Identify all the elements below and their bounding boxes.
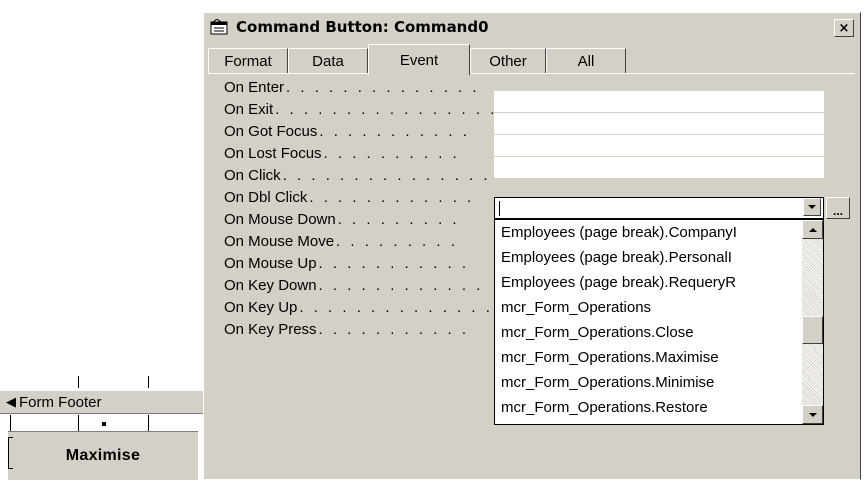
scroll-up-button[interactable] xyxy=(802,220,823,239)
build-button[interactable]: ... xyxy=(826,197,850,219)
design-grid-top xyxy=(0,374,200,390)
on-enter-field[interactable] xyxy=(494,91,824,113)
property-row-on-key-down[interactable]: On Key Down. . . . . . . . . . . . xyxy=(224,274,494,296)
list-item[interactable]: mcr_Form_Operations.Maximise xyxy=(495,345,801,370)
property-row-on-mouse-up[interactable]: On Mouse Up. . . . . . . . . . . xyxy=(224,252,494,274)
on-got-focus-field[interactable] xyxy=(494,135,824,157)
property-row-on-key-up[interactable]: On Key Up. . . . . . . . . . . . . . xyxy=(224,296,494,318)
section-arrow-icon: ◀ xyxy=(6,394,16,409)
property-row-on-click[interactable]: On Click. . . . . . . . . . . . . . . xyxy=(224,164,494,186)
ellipsis-icon: ... xyxy=(832,204,843,218)
close-icon: × xyxy=(838,20,850,36)
property-sheet-dialog: Command Button: Command0 × Format Data E… xyxy=(203,12,861,480)
tab-event[interactable]: Event xyxy=(368,44,470,75)
selection-handle[interactable] xyxy=(102,422,106,426)
close-button[interactable]: × xyxy=(834,19,854,37)
list-item[interactable]: mcr_Form_Operations.Restore xyxy=(495,395,801,420)
property-row-on-mouse-move[interactable]: On Mouse Move. . . . . . . . . xyxy=(224,230,494,252)
dialog-title: Command Button: Command0 xyxy=(236,18,489,36)
list-item[interactable]: Employees (page break).CompanyI xyxy=(495,220,801,245)
grid-line xyxy=(148,415,149,431)
form-footer-section-bar[interactable]: ◀ Form Footer xyxy=(0,390,205,414)
property-row-on-enter[interactable]: On Enter. . . . . . . . . . . . . . xyxy=(224,76,494,98)
list-item[interactable]: mcr_Form_Operations xyxy=(495,295,801,320)
macro-dropdown-list[interactable]: Employees (page break).CompanyI Employee… xyxy=(494,219,824,425)
chevron-down-icon xyxy=(808,205,816,209)
event-tab-panel: On Enter. . . . . . . . . . . . . . On E… xyxy=(208,73,855,476)
property-row-on-key-press[interactable]: On Key Press. . . . . . . . . . . xyxy=(224,318,494,340)
property-row-on-exit[interactable]: On Exit. . . . . . . . . . . . . . . . xyxy=(224,98,494,120)
list-item[interactable]: Employees (page break).RequeryR xyxy=(495,270,801,295)
vertical-scrollbar[interactable] xyxy=(802,220,823,424)
property-row-on-lost-focus[interactable]: On Lost Focus. . . . . . . . . . xyxy=(224,142,494,164)
on-click-combo[interactable] xyxy=(494,197,824,219)
property-row-on-dbl-click[interactable]: On Dbl Click. . . . . . . . . . . . xyxy=(224,186,494,208)
title-bar[interactable]: Command Button: Command0 × xyxy=(204,13,860,42)
property-sheet-icon xyxy=(210,18,228,35)
tab-all[interactable]: All xyxy=(546,48,626,74)
text-caret xyxy=(499,201,500,216)
form-designer: ◀ Form Footer Maximise xyxy=(0,374,205,480)
property-row-on-mouse-down[interactable]: On Mouse Down. . . . . . . . . xyxy=(224,208,494,230)
arrow-down-icon xyxy=(808,412,817,417)
list-item[interactable]: mcr_Form_Operations.Minimise xyxy=(495,370,801,395)
grid-line xyxy=(78,415,79,431)
tab-format[interactable]: Format xyxy=(208,48,288,74)
property-labels: On Enter. . . . . . . . . . . . . . On E… xyxy=(224,76,494,340)
grid-line xyxy=(78,376,79,388)
selection-handle-left[interactable] xyxy=(8,437,13,469)
on-lost-focus-field[interactable] xyxy=(494,157,824,179)
section-label: Form Footer xyxy=(19,393,102,411)
tab-other[interactable]: Other xyxy=(470,48,546,74)
dropdown-button[interactable] xyxy=(803,198,821,216)
tab-data[interactable]: Data xyxy=(288,48,368,74)
scrollbar-thumb[interactable] xyxy=(802,316,823,344)
scroll-down-button[interactable] xyxy=(802,405,823,424)
list-item[interactable]: mcr_Form_Operations.Close xyxy=(495,320,801,345)
grid-line xyxy=(10,415,11,431)
on-exit-field[interactable] xyxy=(494,113,824,135)
arrow-up-icon xyxy=(808,227,817,232)
property-row-on-got-focus[interactable]: On Got Focus. . . . . . . . . . . xyxy=(224,120,494,142)
button-caption: Maximise xyxy=(65,447,141,464)
list-item[interactable]: Employees (page break).PersonalI xyxy=(495,245,801,270)
tab-strip: Format Data Event Other All xyxy=(208,44,848,75)
maximise-command-button[interactable]: Maximise xyxy=(8,431,198,480)
design-grid-footer xyxy=(0,415,205,431)
grid-line xyxy=(148,376,149,388)
